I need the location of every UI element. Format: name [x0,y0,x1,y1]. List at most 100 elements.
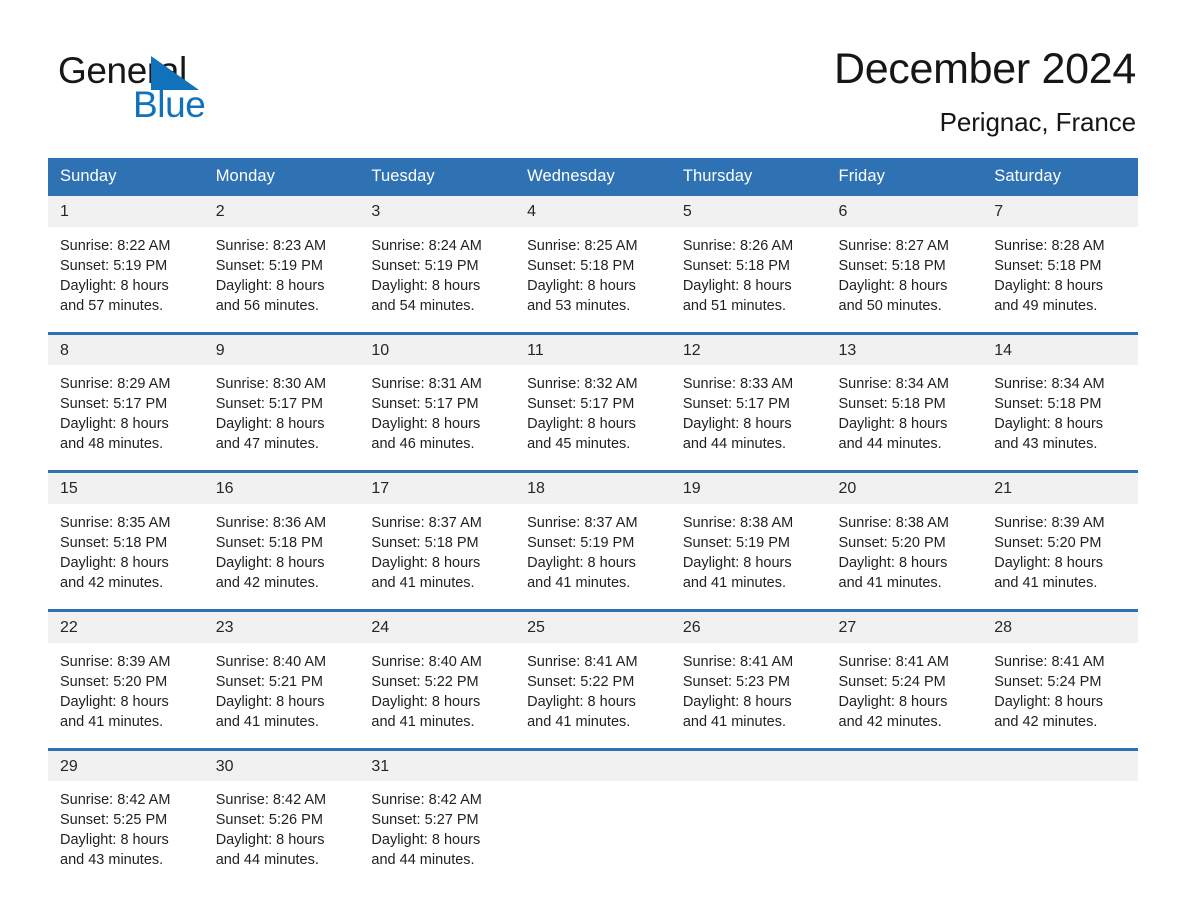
day-daylight2-text: and 41 minutes. [838,575,942,592]
day-details-cell[interactable]: Sunrise: 8:34 AM Sunset: 5:18 PM Daylight:… [826,365,983,472]
day-number-cell[interactable]: 31 [359,747,516,782]
day-daylight2-text: and 43 minutes. [994,436,1098,453]
day-details-cell[interactable]: Sunrise: 8:34 AM Sunset: 5:18 PM Daylight:… [982,365,1138,472]
day-daylight1-text: Daylight: 8 hours [371,832,481,849]
day-sunrise-text: Sunrise: 8:38 AM [682,515,794,532]
day-details-cell[interactable]: Sunrise: 8:38 AM Sunset: 5:19 PM Daylight:… [670,504,827,611]
day-details-cell[interactable]: Sunrise: 8:32 AM Sunset: 5:17 PM Daylight:… [515,365,671,472]
day-number-cell[interactable]: 27 [826,609,983,643]
day-details-cell[interactable]: Sunrise: 8:39 AM Sunset: 5:20 PM Daylight:… [48,642,204,750]
day-daylight1-text: Daylight: 8 hours [994,416,1104,433]
day-number-cell[interactable]: 17 [359,470,516,505]
day-daylight1-text: Daylight: 8 hours [994,555,1104,572]
day-details-cell[interactable]: Sunrise: 8:29 AM Sunset: 5:17 PM Daylight:… [48,365,204,472]
day-details-cell[interactable]: Sunrise: 8:37 AM Sunset: 5:19 PM Daylight:… [515,504,671,611]
day-number-cell[interactable]: 21 [982,470,1138,505]
day-details-cell[interactable]: Sunrise: 8:41 AM Sunset: 5:24 PM Daylight:… [826,642,983,750]
day-number-cell[interactable]: 15 [48,470,204,505]
day-details-cell[interactable]: Sunrise: 8:33 AM Sunset: 5:17 PM Daylight:… [670,365,827,472]
day-sunrise-text: Sunrise: 8:31 AM [371,376,482,393]
day-sunrise-text: Sunrise: 8:27 AM [838,237,949,254]
day-number-cell[interactable]: 6 [826,196,983,227]
day-number-cell[interactable]: 22 [48,609,204,643]
day-sunset-text: Sunset: 5:18 PM [371,535,479,552]
day-details-cell[interactable]: Sunrise: 8:41 AM Sunset: 5:24 PM Daylight:… [982,642,1138,750]
day-number-cell[interactable]: 26 [670,609,827,643]
day-daylight2-text: and 42 minutes. [838,713,942,730]
day-daylight1-text: Daylight: 8 hours [215,416,325,433]
week-date-row: 29 30 31 [48,747,1138,782]
day-sunset-text: Sunset: 5:20 PM [60,673,168,690]
day-number-cell[interactable]: 24 [359,609,516,643]
day-number-cell[interactable]: 20 [826,470,983,505]
day-number-cell[interactable]: 13 [826,331,983,366]
day-number-cell[interactable]: 12 [670,331,827,366]
day-details-cell[interactable]: Sunrise: 8:24 AM Sunset: 5:19 PM Daylight:… [359,226,516,334]
day-sunset-text: Sunset: 5:18 PM [838,257,946,274]
day-sunrise-text: Sunrise: 8:41 AM [994,653,1105,670]
day-details-cell[interactable]: Sunrise: 8:27 AM Sunset: 5:18 PM Daylight:… [826,226,983,334]
day-number-cell[interactable]: 19 [670,470,827,505]
empty-day-cell [826,747,983,782]
day-details-cell[interactable]: Sunrise: 8:40 AM Sunset: 5:22 PM Daylight:… [359,642,516,750]
day-details-cell[interactable]: Sunrise: 8:36 AM Sunset: 5:18 PM Daylight:… [203,504,360,611]
day-number-cell[interactable]: 14 [982,331,1138,366]
day-details-cell[interactable]: Sunrise: 8:35 AM Sunset: 5:18 PM Daylight:… [48,504,204,611]
day-details-cell[interactable]: Sunrise: 8:25 AM Sunset: 5:18 PM Daylight:… [515,226,671,334]
day-daylight2-text: and 44 minutes. [371,852,475,869]
day-number-cell[interactable]: 1 [48,196,204,227]
calendar-body: 1 2 3 4 5 6 7 Sunrise: 8:22 AM Sunset: 5:19 PM Da… [48,196,1138,887]
day-daylight1-text: Daylight: 8 hours [994,277,1104,294]
day-number-cell[interactable]: 10 [359,331,516,366]
weekday-header-tuesday: Tuesday [359,158,516,197]
day-number-cell[interactable]: 25 [515,609,671,643]
day-details-cell[interactable]: Sunrise: 8:38 AM Sunset: 5:20 PM Daylight:… [826,504,983,611]
day-number-cell[interactable]: 3 [359,196,516,227]
day-number-cell[interactable]: 29 [48,747,204,782]
day-details-cell[interactable]: Sunrise: 8:41 AM Sunset: 5:23 PM Daylight:… [670,642,827,750]
day-details-cell[interactable]: Sunrise: 8:31 AM Sunset: 5:17 PM Daylight:… [359,365,516,472]
day-daylight2-text: and 54 minutes. [371,297,475,314]
day-details-cell[interactable]: Sunrise: 8:30 AM Sunset: 5:17 PM Daylight:… [203,365,360,472]
day-number-cell[interactable]: 5 [670,196,827,227]
day-sunset-text: Sunset: 5:25 PM [60,812,168,829]
day-details-cell[interactable]: Sunrise: 8:37 AM Sunset: 5:18 PM Daylight:… [359,504,516,611]
day-details-cell[interactable]: Sunrise: 8:42 AM Sunset: 5:25 PM Daylight:… [48,781,204,887]
day-number-cell[interactable]: 11 [515,331,671,366]
day-sunrise-text: Sunrise: 8:37 AM [527,515,638,532]
day-sunset-text: Sunset: 5:18 PM [994,396,1102,413]
day-number-cell[interactable]: 18 [515,470,671,505]
day-number-cell[interactable]: 4 [515,196,671,227]
day-number-cell[interactable]: 9 [203,331,360,366]
day-number-cell[interactable]: 8 [48,331,204,366]
day-details-cell[interactable]: Sunrise: 8:23 AM Sunset: 5:19 PM Daylight:… [203,226,360,334]
day-details-cell[interactable]: Sunrise: 8:22 AM Sunset: 5:19 PM Daylight:… [48,226,204,334]
day-number-cell[interactable]: 2 [203,196,360,227]
day-details-cell[interactable]: Sunrise: 8:26 AM Sunset: 5:18 PM Daylight:… [670,226,827,334]
day-details-cell[interactable]: Sunrise: 8:42 AM Sunset: 5:27 PM Daylight:… [359,781,516,887]
day-daylight2-text: and 45 minutes. [527,436,631,453]
week-date-row: 15 16 17 18 19 20 21 [48,470,1138,505]
day-details-cell[interactable]: Sunrise: 8:41 AM Sunset: 5:22 PM Daylight:… [515,642,671,750]
day-daylight2-text: and 41 minutes. [371,713,475,730]
day-number-cell[interactable]: 7 [982,196,1138,227]
day-number-cell[interactable]: 16 [203,470,360,505]
title-block: December 2024 Perignac, France [834,44,1136,138]
location-subtitle: Perignac, France [939,107,1136,138]
day-details-cell[interactable]: Sunrise: 8:40 AM Sunset: 5:21 PM Daylight:… [203,642,360,750]
day-daylight2-text: and 41 minutes. [527,575,631,592]
day-number-cell[interactable]: 30 [203,747,360,782]
day-sunrise-text: Sunrise: 8:30 AM [215,376,327,393]
day-sunset-text: Sunset: 5:20 PM [994,535,1102,552]
day-daylight2-text: and 41 minutes. [527,713,631,730]
weekday-header-wednesday: Wednesday [515,158,671,197]
day-sunrise-text: Sunrise: 8:34 AM [838,376,949,393]
day-details-cell[interactable]: Sunrise: 8:39 AM Sunset: 5:20 PM Daylight:… [982,504,1138,611]
day-details-cell[interactable]: Sunrise: 8:28 AM Sunset: 5:18 PM Daylight:… [982,226,1138,334]
day-details-cell[interactable]: Sunrise: 8:42 AM Sunset: 5:26 PM Daylight:… [203,781,360,887]
day-number-cell[interactable]: 28 [982,609,1138,643]
day-sunset-text: Sunset: 5:18 PM [60,535,168,552]
day-sunrise-text: Sunrise: 8:34 AM [994,376,1105,393]
day-number-cell[interactable]: 23 [203,609,360,643]
day-sunset-text: Sunset: 5:18 PM [682,257,791,274]
